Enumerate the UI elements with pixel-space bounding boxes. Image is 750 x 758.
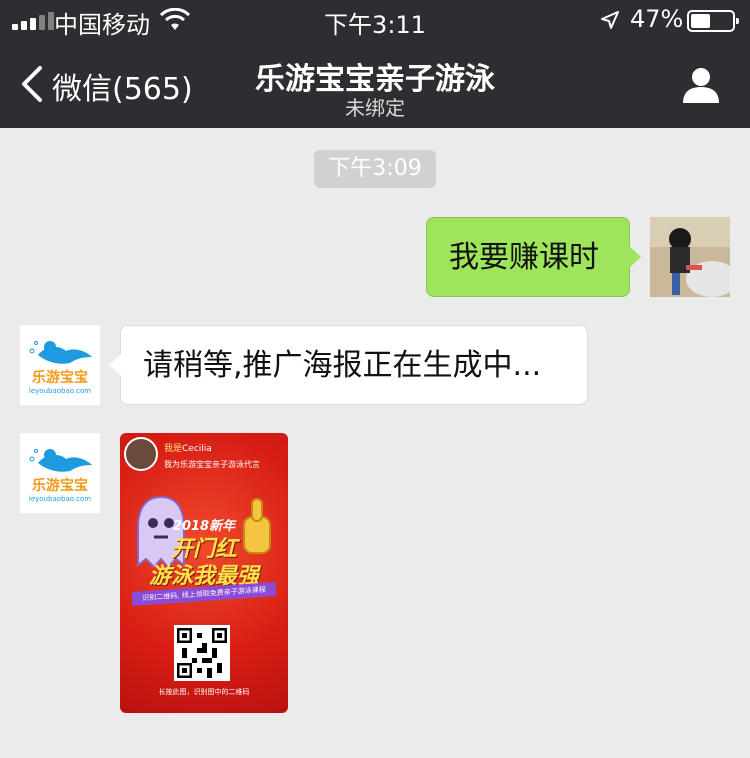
sent-message-bubble[interactable]: 我要赚课时 [426,217,641,297]
leyoubaobao-logo: 乐游宝宝 leyoubaobao.com [20,433,100,513]
poster-name-prefix: 我是 [164,444,183,454]
poster-profile-photo [124,437,158,471]
received-message-bubble[interactable]: 请稍等,推广海报正在生成中... [109,325,588,405]
user-avatar[interactable] [650,217,730,297]
chat-subtitle: 未绑定 [345,96,405,120]
battery-icon [687,10,739,32]
svg-text:乐游宝宝: 乐游宝宝 [32,477,88,494]
person-icon[interactable] [682,66,720,104]
poster-bottom-caption: 长按此图，识别图中的二维码 [158,688,250,696]
qr-code [174,625,230,681]
svg-text:leyoubaobao.com: leyoubaobao.com [29,495,91,503]
poster-sub-line: 我为乐游宝宝亲子游泳代言 [164,460,260,469]
bot-avatar[interactable]: 乐游宝宝 leyoubaobao.com [20,433,100,513]
user-photo [650,217,730,297]
poster-image-message[interactable]: 我是Cecilia 我为乐游宝宝亲子游泳代言 2018新年 开门红 游泳我最强 … [120,433,288,713]
leyoubaobao-logo: 乐游宝宝 leyoubaobao.com [20,325,100,405]
bot-avatar[interactable]: 乐游宝宝 leyoubaobao.com [20,325,100,405]
location-arrow-icon [601,11,619,29]
svg-text:乐游宝宝: 乐游宝宝 [32,369,88,386]
header: 中国移动 下午3:11 47% 微信(565) 乐游宝宝亲子游泳 未绑定 [0,0,750,128]
qr-code-pattern [177,628,227,678]
poster-name-line: 我是Cecilia [164,441,212,454]
message-timestamp: 下午3:09 [314,150,436,188]
battery-percent: 47% [630,5,684,33]
svg-text:leyoubaobao.com: leyoubaobao.com [29,387,91,395]
poster-name: Cecilia [182,444,212,454]
status-bar: 中国移动 下午3:11 47% [0,0,750,40]
